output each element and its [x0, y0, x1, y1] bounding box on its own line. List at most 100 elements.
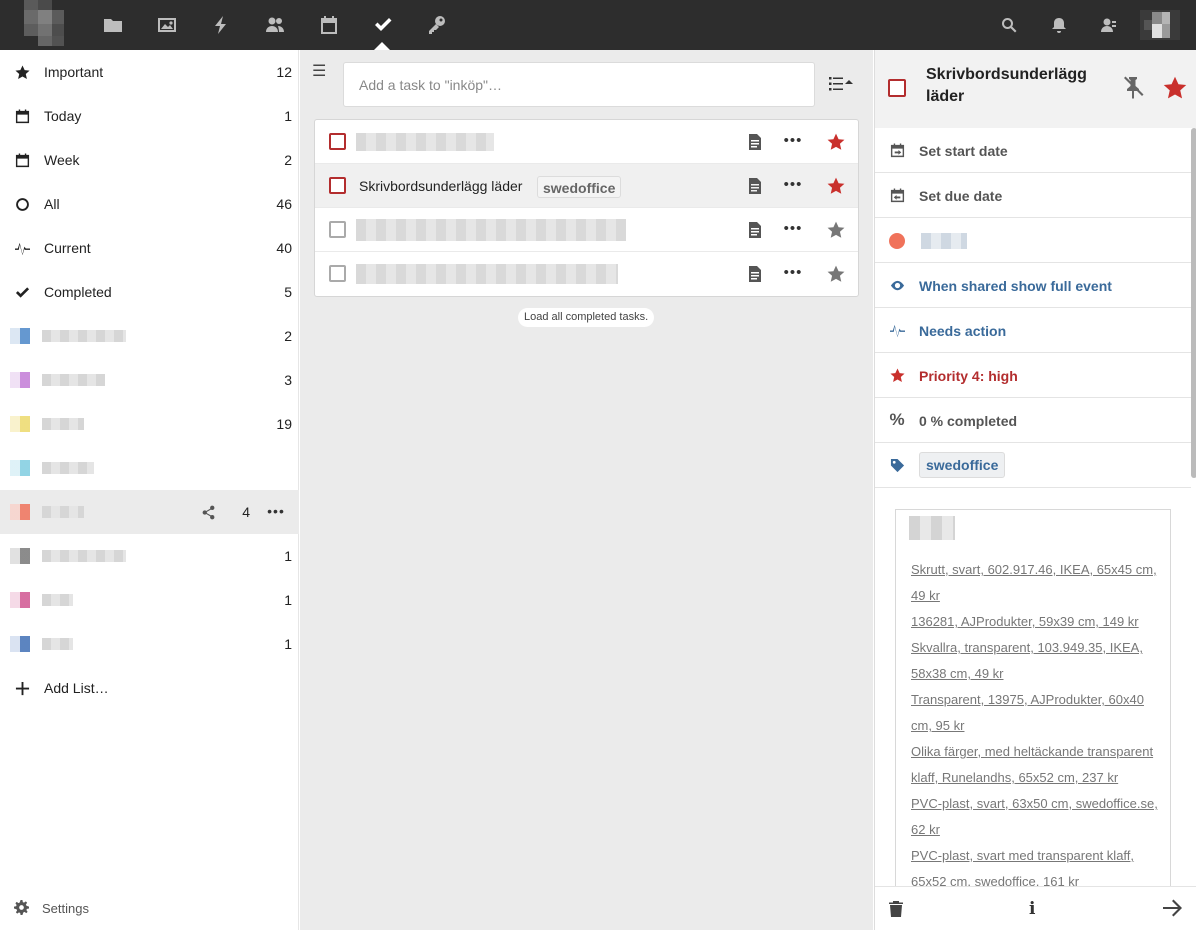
- sidebar-item-count: 46: [276, 196, 292, 212]
- task-checkbox[interactable]: [329, 221, 346, 238]
- sidebar-list-item[interactable]: 2: [0, 314, 299, 358]
- sidebar-item-week[interactable]: Week 2: [0, 138, 299, 182]
- task-title[interactable]: Skrivbordsunderlägg läder: [926, 64, 1106, 108]
- sidebar-list-item[interactable]: 19: [0, 402, 299, 446]
- star-icon[interactable]: [827, 265, 845, 283]
- start-date-row[interactable]: Set start date: [875, 128, 1191, 173]
- sidebar-list-item[interactable]: 3: [0, 358, 299, 402]
- task-list-area: ☰ ••• Skrivbordsunderlägg läder swedoffi…: [300, 50, 873, 930]
- settings-label: Settings: [42, 901, 89, 916]
- priority-row[interactable]: Priority 4: high: [875, 353, 1191, 398]
- tasks-icon[interactable]: [371, 13, 395, 37]
- more-options-icon[interactable]: •••: [783, 176, 803, 194]
- calendar-icon[interactable]: [317, 13, 341, 37]
- star-icon[interactable]: [827, 177, 845, 195]
- hamburger-icon[interactable]: ☰: [312, 64, 330, 80]
- sidebar-item-current[interactable]: Current 40: [0, 226, 299, 270]
- add-list-button[interactable]: Add List…: [0, 666, 299, 710]
- contacts-icon[interactable]: [263, 13, 287, 37]
- sidebar-item-count: 5: [284, 284, 292, 300]
- list-name-obscured: [42, 374, 105, 386]
- add-task-input[interactable]: [343, 62, 815, 107]
- details-footer: i: [875, 886, 1196, 930]
- share-icon[interactable]: [199, 503, 217, 521]
- trash-icon[interactable]: [889, 901, 905, 917]
- activity-icon[interactable]: [209, 13, 233, 37]
- task-checkbox[interactable]: [888, 79, 906, 97]
- info-icon[interactable]: i: [1029, 899, 1043, 919]
- sidebar-item-today[interactable]: Today 1: [0, 94, 299, 138]
- task-list: ••• Skrivbordsunderlägg läder swedoffice…: [314, 119, 859, 297]
- sidebar-list-item[interactable]: [0, 446, 299, 490]
- note-link[interactable]: Skvallra, transparent, 103.949.35, IKEA,…: [911, 635, 1161, 687]
- task-tag[interactable]: swedoffice: [537, 176, 622, 198]
- list-color-indicator: [10, 636, 30, 652]
- calendar-row[interactable]: [875, 218, 1191, 263]
- sidebar-item-all[interactable]: All 46: [0, 182, 299, 226]
- task-row[interactable]: •••: [315, 252, 858, 296]
- task-checkbox[interactable]: [329, 133, 346, 150]
- list-name-obscured: [42, 506, 84, 518]
- status-row[interactable]: Needs action: [875, 308, 1191, 353]
- sidebar-item-count: 1: [284, 548, 292, 564]
- notes-box[interactable]: Skrutt, svart, 602.917.46, IKEA, 65x45 c…: [895, 509, 1171, 889]
- load-completed-button[interactable]: Load all completed tasks.: [518, 308, 655, 327]
- task-checkbox[interactable]: [329, 177, 346, 194]
- task-checkbox[interactable]: [329, 265, 346, 282]
- sidebar-list-item[interactable]: 1: [0, 622, 299, 666]
- contacts-menu-icon[interactable]: [1099, 15, 1119, 35]
- plus-icon: [14, 680, 30, 696]
- gear-icon: [14, 900, 30, 916]
- sidebar-list-item[interactable]: 1: [0, 578, 299, 622]
- sidebar-item-label: Completed: [44, 284, 112, 300]
- star-icon[interactable]: [827, 221, 845, 239]
- sidebar-item-count: 2: [284, 152, 292, 168]
- sidebar-list-item[interactable]: 1: [0, 534, 299, 578]
- sidebar-list-item-active[interactable]: 4 •••: [0, 490, 299, 534]
- tag-icon: [889, 457, 905, 473]
- more-options-icon[interactable]: •••: [783, 220, 803, 238]
- more-options-icon[interactable]: •••: [783, 264, 803, 282]
- due-date-row[interactable]: Set due date: [875, 173, 1191, 218]
- task-row-selected[interactable]: Skrivbordsunderlägg läder swedoffice •••: [315, 164, 858, 208]
- note-link[interactable]: Olika färger, med heltäckande transparen…: [911, 739, 1161, 791]
- task-row[interactable]: •••: [315, 208, 858, 252]
- note-link[interactable]: Transparent, 13975, AJProdukter, 60x40 c…: [911, 687, 1161, 739]
- task-title: Skrivbordsunderlägg läder: [359, 178, 523, 194]
- notifications-icon[interactable]: [1049, 15, 1069, 35]
- gallery-icon[interactable]: [155, 13, 179, 37]
- sidebar-item-label: All: [44, 196, 60, 212]
- note-link[interactable]: 136281, AJProdukter, 59x39 cm, 149 kr: [911, 609, 1161, 635]
- tag-chip[interactable]: swedoffice: [919, 452, 1006, 478]
- sidebar-item-count: 19: [276, 416, 292, 432]
- search-icon[interactable]: [999, 15, 1019, 35]
- files-icon[interactable]: [101, 13, 125, 37]
- checkmark-icon: [14, 284, 30, 300]
- unpin-icon[interactable]: [1122, 76, 1146, 100]
- avatar[interactable]: [1140, 10, 1180, 40]
- logo[interactable]: [12, 0, 70, 48]
- sidebar-item-important[interactable]: Important 12: [0, 50, 299, 94]
- scrollbar[interactable]: [1191, 128, 1196, 478]
- note-link[interactable]: Skrutt, svart, 602.917.46, IKEA, 65x45 c…: [911, 557, 1161, 609]
- more-options-icon[interactable]: •••: [266, 503, 286, 521]
- passwords-icon[interactable]: [425, 13, 449, 37]
- task-row[interactable]: •••: [315, 120, 858, 164]
- sidebar-item-count: 1: [284, 636, 292, 652]
- close-panel-icon[interactable]: [1163, 899, 1185, 919]
- star-icon[interactable]: [827, 133, 845, 151]
- percent-row[interactable]: % 0 % completed: [875, 398, 1191, 443]
- star-icon[interactable]: [1162, 76, 1188, 100]
- list-name-obscured: [42, 330, 126, 342]
- sidebar: Important 12 Today 1 Week 2 All 46 Curre…: [0, 50, 299, 930]
- more-options-icon[interactable]: •••: [783, 132, 803, 150]
- tags-row[interactable]: swedoffice: [875, 443, 1191, 488]
- classification-row[interactable]: When shared show full event: [875, 263, 1191, 308]
- settings-button[interactable]: Settings: [0, 888, 299, 930]
- note-link[interactable]: PVC-plast, svart med transparent klaff, …: [911, 843, 1161, 889]
- sidebar-item-completed[interactable]: Completed 5: [0, 270, 299, 314]
- list-color-indicator: [10, 592, 30, 608]
- sort-icon[interactable]: [829, 74, 853, 94]
- calendar-due-icon: [889, 187, 905, 203]
- note-link[interactable]: PVC-plast, svart, 63x50 cm, swedoffice.s…: [911, 791, 1161, 843]
